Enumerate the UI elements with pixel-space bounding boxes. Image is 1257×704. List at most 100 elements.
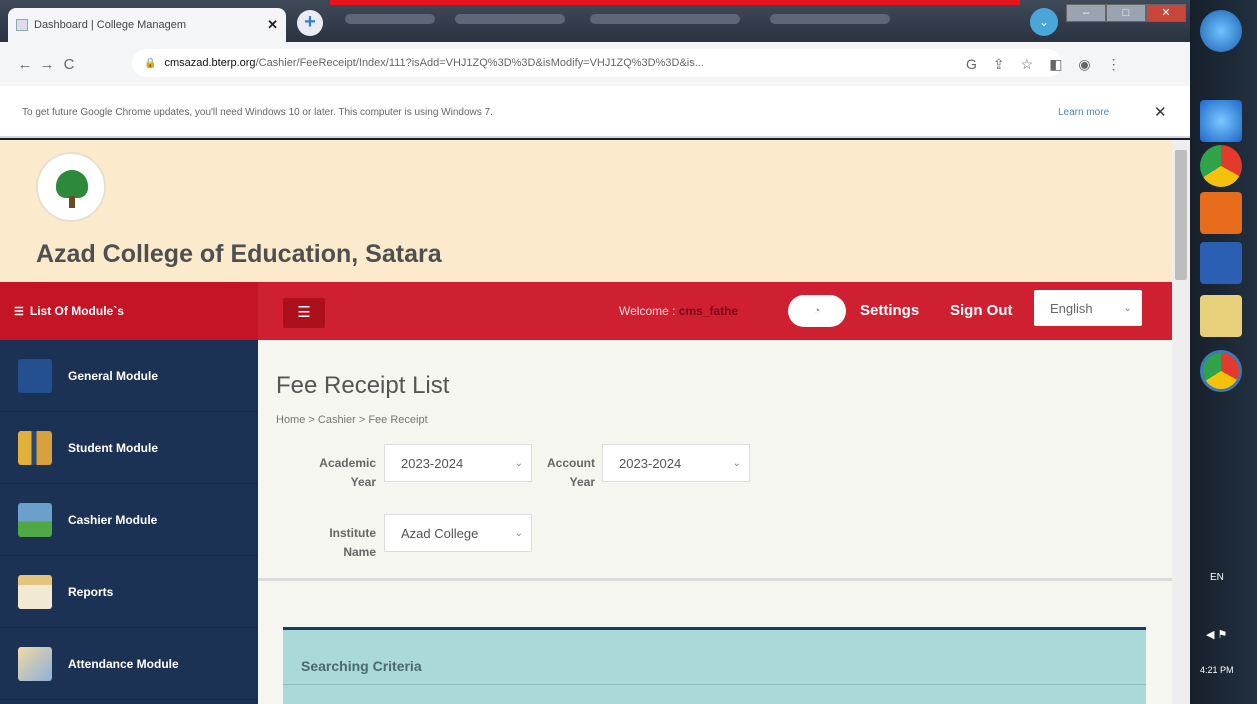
sign-out-link[interactable]: Sign Out — [950, 302, 1013, 319]
sidebar: General Module Student Module Cashier Mo… — [0, 340, 258, 704]
searching-criteria-heading: Searching Criteria — [301, 658, 422, 674]
menu-dots-icon[interactable]: ⋮ — [1107, 56, 1121, 73]
label-line: Year — [569, 475, 595, 489]
language-value: English — [1050, 300, 1093, 316]
window-close-icon[interactable]: ✕ — [1146, 4, 1186, 22]
searching-criteria-panel: Searching Criteria — [283, 627, 1146, 704]
browser-tab-strip: Dashboard | College Managem ✕ + ⌄ – □ ✕ — [0, 0, 1190, 42]
browser-tab-dashboard[interactable]: Dashboard | College Managem ✕ — [8, 8, 286, 42]
word-icon[interactable] — [1200, 242, 1242, 284]
media-player-icon[interactable] — [1200, 192, 1242, 234]
tab-title: Dashboard | College Managem — [34, 19, 187, 31]
volume-flag-icon[interactable]: ◀ ⚑ — [1206, 628, 1227, 641]
sidebar-item-general[interactable]: General Module — [0, 340, 258, 412]
sidebar-item-student[interactable]: Student Module — [0, 412, 258, 484]
college-name: Azad College of Education, Satara — [36, 240, 442, 268]
label-line: Name — [343, 545, 376, 559]
chevron-down-icon: ⌄ — [514, 457, 523, 469]
clock[interactable]: 4:21 PM — [1200, 665, 1234, 675]
sidebar-item-attendance[interactable]: Attendance Module — [0, 628, 258, 700]
students-icon — [18, 430, 52, 465]
college-logo — [36, 152, 106, 222]
chevron-down-icon: ⌄ — [514, 527, 523, 539]
label-line: Institute — [329, 526, 376, 540]
infobar-close-icon[interactable]: ✕ — [1154, 103, 1167, 121]
language-select[interactable]: English ⌄ — [1034, 290, 1142, 326]
reload-icon[interactable]: C — [58, 56, 80, 73]
minimize-icon[interactable]: – — [1066, 4, 1106, 22]
tree-logo-icon — [56, 170, 88, 198]
panel-divider — [283, 684, 1146, 685]
maximize-icon[interactable]: □ — [1106, 4, 1146, 22]
back-icon[interactable]: ← — [14, 56, 36, 73]
learn-more-link[interactable]: Learn more — [1058, 107, 1109, 118]
college-header: Azad College of Education, Satara — [0, 140, 1172, 282]
chrome-icon[interactable] — [1200, 145, 1242, 187]
url-field[interactable]: 🔒 cmsazad.bterp.org /Cashier/FeeReceipt/… — [132, 49, 1062, 77]
label-line: Account — [547, 456, 595, 470]
toolbar-actions: G ⇪ ☆ ◧ ◉ ⋮ — [966, 52, 1186, 76]
windows-taskbar: EN ◀ ⚑ 4:21 PM — [1190, 0, 1257, 704]
institute-name-label: Institute Name — [300, 524, 376, 562]
url-host: cmsazad.bterp.org — [164, 57, 256, 69]
list-icon: ☰ — [14, 305, 24, 318]
internet-explorer-icon[interactable] — [1200, 100, 1242, 142]
cashier-icon — [18, 502, 52, 537]
institute-name-select[interactable]: Azad College ⌄ — [384, 514, 532, 552]
update-infobar: To get future Google Chrome updates, you… — [0, 86, 1190, 138]
document-icon — [18, 358, 52, 393]
scrollbar-thumb[interactable] — [1175, 150, 1187, 280]
bookmark-star-icon[interactable]: ☆ — [1021, 56, 1034, 73]
academic-year-value: 2023-2024 — [401, 455, 464, 471]
chevron-down-icon: ⌄ — [732, 457, 741, 469]
reports-icon — [18, 574, 52, 609]
blurred-tab — [770, 14, 890, 24]
account-year-select[interactable]: 2023-2024 ⌄ — [602, 444, 750, 482]
page-title: Fee Receipt List — [276, 372, 450, 399]
favicon-icon — [16, 19, 28, 31]
sidebar-item-reports[interactable]: Reports — [0, 556, 258, 628]
red-overlay-strip — [330, 0, 1020, 5]
forward-icon[interactable]: → — [36, 56, 58, 73]
blurred-tab — [455, 14, 565, 24]
blurred-tab — [590, 14, 740, 24]
profile-icon[interactable]: ⌄ — [1030, 8, 1058, 36]
label-line: Academic — [319, 456, 376, 470]
academic-year-label: Academic Year — [300, 454, 376, 492]
hamburger-button[interactable]: ☰ — [283, 298, 325, 328]
user-avatar-icon[interactable]: ◔ — [788, 295, 846, 327]
welcome-text: Welcome : cms_fathe — [619, 304, 738, 318]
chevron-down-icon: ⌄ — [1123, 302, 1132, 314]
window-controls: – □ ✕ — [1066, 4, 1186, 24]
blurred-tab — [345, 14, 435, 24]
start-orb-icon[interactable] — [1200, 10, 1242, 52]
lock-icon: 🔒 — [144, 57, 157, 69]
new-tab-button[interactable]: + — [297, 10, 323, 36]
share-icon[interactable]: ⇪ — [993, 56, 1005, 73]
account-year-label: Account Year — [533, 454, 595, 492]
module-list-label: List Of Module`s — [29, 304, 124, 318]
tree-trunk — [69, 196, 75, 208]
breadcrumb: Home > Cashier > Fee Receipt — [276, 414, 428, 426]
sidebar-item-label: Cashier Module — [68, 512, 158, 527]
sidebar-item-label: Student Module — [68, 440, 158, 455]
google-lens-icon[interactable]: G — [966, 56, 977, 72]
url-path: /Cashier/FeeReceipt/Index/111?isAdd=VHJ1… — [255, 57, 704, 69]
label-line: Year — [350, 475, 376, 489]
sidebar-item-label: General Module — [68, 368, 159, 383]
sidebar-item-cashier[interactable]: Cashier Module — [0, 484, 258, 556]
language-indicator[interactable]: EN — [1210, 572, 1224, 583]
infobar-message: To get future Google Chrome updates, you… — [22, 107, 493, 118]
welcome-label: Welcome : — [619, 304, 679, 318]
username: cms_fathe — [678, 304, 739, 318]
page-scrollbar[interactable] — [1172, 140, 1190, 704]
attendance-icon — [18, 646, 52, 681]
account-icon[interactable]: ◉ — [1078, 56, 1090, 73]
folder-icon[interactable] — [1200, 295, 1242, 337]
chrome-active-icon[interactable] — [1200, 350, 1242, 392]
tab-close-icon[interactable]: ✕ — [267, 17, 278, 33]
sidepanel-icon[interactable]: ◧ — [1049, 56, 1062, 73]
settings-link[interactable]: Settings — [860, 302, 919, 319]
module-list-toggle[interactable]: ☰ List Of Module`s — [0, 282, 258, 340]
academic-year-select[interactable]: 2023-2024 ⌄ — [384, 444, 532, 482]
